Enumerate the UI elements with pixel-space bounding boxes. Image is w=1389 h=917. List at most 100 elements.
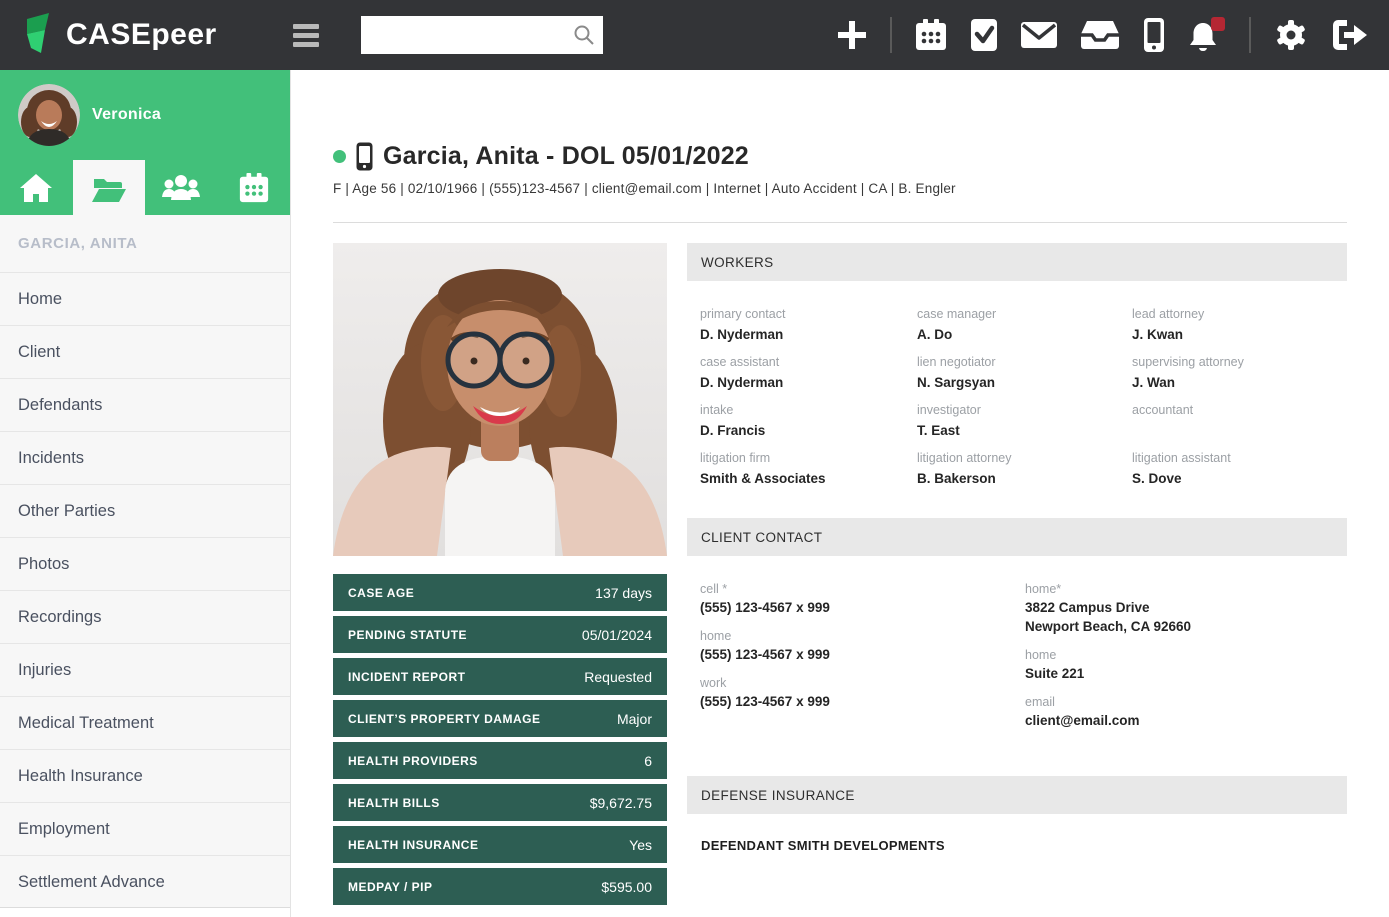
- case-nav: GARCIA, ANITA Home Client Defendants In: [0, 215, 290, 908]
- case-title: Garcia, Anita - DOL 05/01/2022: [383, 142, 749, 171]
- stat-row: CLIENT’S PROPERTY DAMAGE Major: [333, 700, 667, 737]
- worker-name: T. East: [917, 423, 1132, 438]
- people-icon: [161, 173, 201, 203]
- hamburger-menu-icon[interactable]: [293, 24, 319, 47]
- tasks-button[interactable]: [970, 18, 998, 52]
- worker-role-label: lead attorney: [1132, 307, 1347, 321]
- worker-name: D. Nyderman: [700, 375, 917, 390]
- stat-value: Major: [617, 711, 652, 727]
- phone-label: cell *: [700, 582, 1025, 596]
- workers-grid: primary contact D. Nyderman case manager…: [700, 307, 1347, 486]
- stat-label: HEALTH PROVIDERS: [348, 754, 478, 768]
- phone-value: (555) 123-4567 x 999: [700, 600, 1025, 615]
- casepeer-app: CASEpeer: [0, 0, 1389, 917]
- stat-label: PENDING STATUTE: [348, 628, 467, 642]
- sidebar-nav-item[interactable]: Photos: [0, 537, 290, 590]
- search-input[interactable]: [361, 16, 603, 54]
- sidebar-header: Veronica: [0, 70, 290, 215]
- worker-field: litigation firm Smith & Associates: [700, 451, 917, 486]
- tab-calendar[interactable]: [218, 160, 291, 215]
- worker-field: accountant: [1132, 403, 1347, 438]
- home-icon: [19, 173, 53, 203]
- worker-field: supervising attorney J. Wan: [1132, 355, 1347, 390]
- client-photo: [333, 243, 667, 556]
- address-line-1: 3822 Campus Drive: [1025, 600, 1347, 615]
- sidebar-nav-item[interactable]: Home: [0, 272, 290, 325]
- global-search: [361, 16, 603, 54]
- stat-row: CASE AGE 137 days: [333, 574, 667, 611]
- main-content: Garcia, Anita - DOL 05/01/2022 F | Age 5…: [291, 70, 1389, 917]
- stat-row: HEALTH PROVIDERS 6: [333, 742, 667, 779]
- mobile-button[interactable]: [1143, 17, 1165, 53]
- case-stats: CASE AGE 137 days PENDING STATUTE 05/01/…: [333, 574, 667, 905]
- case-status-dot: [333, 150, 346, 163]
- stat-value: Yes: [629, 837, 652, 853]
- worker-role-label: supervising attorney: [1132, 355, 1347, 369]
- worker-name: Smith & Associates: [700, 471, 917, 486]
- phone-field: work (555) 123-4567 x 999: [700, 676, 1025, 709]
- add-new-button[interactable]: [837, 19, 867, 51]
- sidebar-nav-item[interactable]: Other Parties: [0, 484, 290, 537]
- sidebar-nav-item[interactable]: Medical Treatment: [0, 696, 290, 749]
- address-label: email: [1025, 695, 1347, 709]
- worker-name: S. Dove: [1132, 471, 1347, 486]
- case-name-label: GARCIA, ANITA: [0, 215, 290, 272]
- mail-button[interactable]: [1021, 22, 1057, 48]
- address-line-1: Suite 221: [1025, 666, 1347, 681]
- address-field: home Suite 221: [1025, 648, 1347, 681]
- sidebar-nav-item[interactable]: Health Insurance: [0, 749, 290, 802]
- phone-field: cell * (555) 123-4567 x 999: [700, 582, 1025, 615]
- sidebar-nav-item[interactable]: Recordings: [0, 590, 290, 643]
- notifications-button[interactable]: [1188, 17, 1226, 53]
- worker-field: litigation attorney B. Bakerson: [917, 451, 1132, 486]
- stat-label: HEALTH INSURANCE: [348, 838, 478, 852]
- address-line-1: client@email.com: [1025, 713, 1347, 728]
- settings-gear-button[interactable]: [1274, 18, 1308, 52]
- calendar-button[interactable]: [915, 18, 947, 52]
- worker-name: J. Wan: [1132, 375, 1347, 390]
- stat-row: HEALTH BILLS $9,672.75: [333, 784, 667, 821]
- casepeer-logo-text: CASEpeer: [66, 18, 217, 52]
- worker-role-label: litigation attorney: [917, 451, 1132, 465]
- worker-field: case assistant D. Nyderman: [700, 355, 917, 390]
- stat-row: HEALTH INSURANCE Yes: [333, 826, 667, 863]
- worker-name: A. Do: [917, 327, 1132, 342]
- stat-label: CLIENT’S PROPERTY DAMAGE: [348, 712, 540, 726]
- logout-button[interactable]: [1331, 18, 1367, 52]
- worker-role-label: case manager: [917, 307, 1132, 321]
- tab-contacts[interactable]: [145, 160, 218, 215]
- worker-name: B. Bakerson: [917, 471, 1132, 486]
- client-contact-section-header: CLIENT CONTACT: [687, 518, 1347, 556]
- casepeer-logo-icon: [22, 12, 56, 59]
- phone-value: (555) 123-4567 x 999: [700, 647, 1025, 662]
- phone-label: work: [700, 676, 1025, 690]
- defense-insurance-entry[interactable]: DEFENDANT SMITH DEVELOPMENTS: [701, 838, 1347, 853]
- header-divider: [333, 222, 1347, 223]
- sidebar-nav-item[interactable]: Client: [0, 325, 290, 378]
- case-detail-column: WORKERS primary contact D. Nyderman case…: [687, 243, 1347, 910]
- case-summary-column: CASE AGE 137 days PENDING STATUTE 05/01/…: [333, 243, 667, 910]
- worker-field: investigator T. East: [917, 403, 1132, 438]
- worker-field: intake D. Francis: [700, 403, 917, 438]
- sidebar-nav-item[interactable]: Settlement Advance: [0, 855, 290, 908]
- sidebar-nav-item[interactable]: Defendants: [0, 378, 290, 431]
- sidebar-nav-item[interactable]: Incidents: [0, 431, 290, 484]
- stat-value: $595.00: [601, 879, 652, 895]
- worker-name: D. Francis: [700, 423, 917, 438]
- client-phones: cell * (555) 123-4567 x 999 home (555) 1…: [700, 582, 1025, 742]
- search-icon: [573, 24, 595, 46]
- stat-label: CASE AGE: [348, 586, 414, 600]
- stat-label: HEALTH BILLS: [348, 796, 440, 810]
- casepeer-logo[interactable]: CASEpeer: [22, 12, 217, 59]
- client-contact: cell * (555) 123-4567 x 999 home (555) 1…: [700, 582, 1347, 742]
- sidebar-nav-item[interactable]: Injuries: [0, 643, 290, 696]
- sidebar-nav-item[interactable]: Employment: [0, 802, 290, 855]
- tab-cases[interactable]: [73, 160, 146, 215]
- inbox-button[interactable]: [1080, 20, 1120, 50]
- stat-value: 05/01/2024: [582, 627, 652, 643]
- address-field: email client@email.com: [1025, 695, 1347, 728]
- sidebar: Veronica: [0, 70, 291, 917]
- user-avatar: [18, 84, 80, 146]
- worker-role-label: accountant: [1132, 403, 1347, 417]
- tab-home[interactable]: [0, 160, 73, 215]
